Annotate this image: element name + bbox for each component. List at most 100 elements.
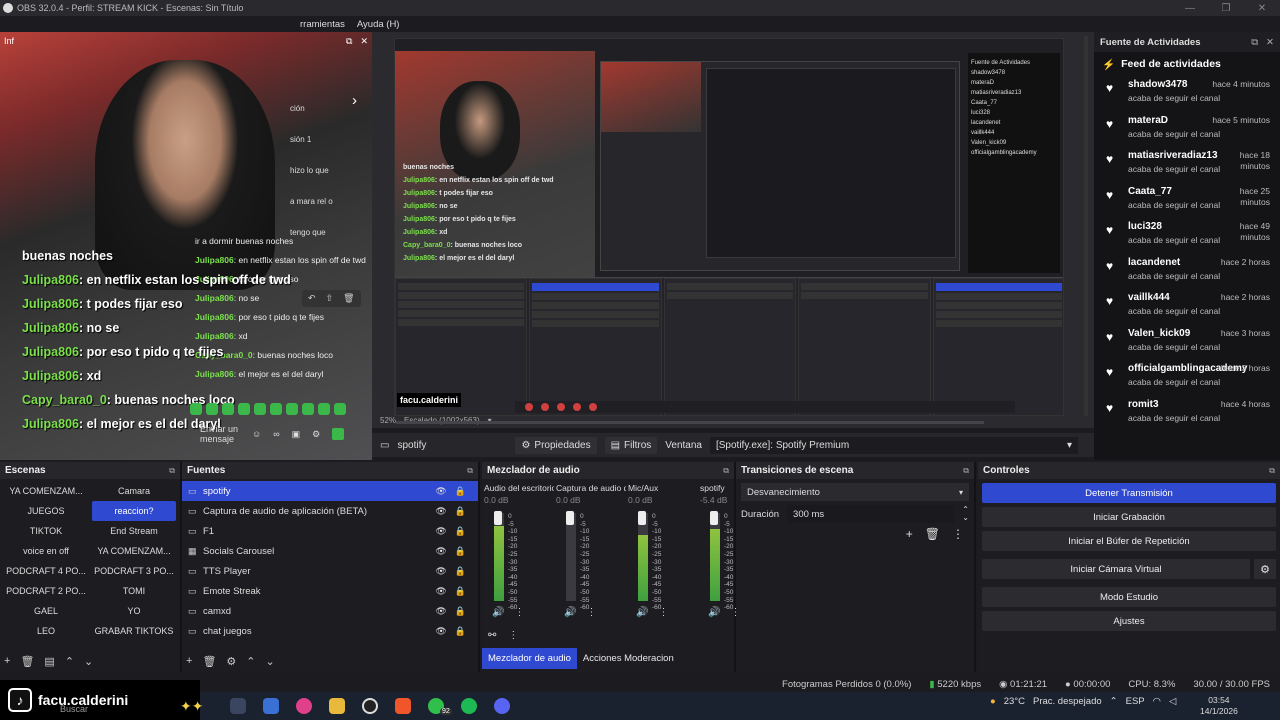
- wifi-icon[interactable]: ◠: [1153, 696, 1161, 707]
- emote-icon[interactable]: [318, 403, 330, 415]
- lock-icon[interactable]: 🔒: [455, 546, 466, 557]
- lock-icon[interactable]: 🔒: [455, 526, 466, 537]
- clock[interactable]: 03:54 14/1/2026: [1200, 695, 1238, 717]
- scene-item[interactable]: PODCRAFT 2 PO...: [4, 581, 88, 601]
- gear-icon[interactable]: ⚙: [226, 655, 236, 668]
- transition-select[interactable]: Desvanecimiento ▾: [741, 483, 969, 501]
- lock-icon[interactable]: 🔒: [455, 506, 466, 517]
- visibility-icon[interactable]: 👁: [435, 486, 446, 497]
- chevron-up-icon[interactable]: ⌃: [1110, 696, 1118, 707]
- visibility-icon[interactable]: 👁: [435, 626, 446, 637]
- gear-icon[interactable]: ⚙: [1254, 559, 1276, 579]
- source-item[interactable]: ▭ F1 👁 🔒: [182, 521, 478, 541]
- chevron-down-icon[interactable]: ⌄: [266, 655, 275, 668]
- properties-button[interactable]: ⚙ Propiedades: [515, 436, 597, 454]
- emote-icon[interactable]: [270, 403, 282, 415]
- scene-item[interactable]: GRABAR TIKTOKS: [92, 621, 176, 641]
- emote-icon[interactable]: [302, 403, 314, 415]
- volume-slider[interactable]: [710, 511, 718, 525]
- float-icon[interactable]: ⧉: [169, 466, 175, 476]
- float-icon[interactable]: ⧉: [467, 466, 473, 476]
- discord-icon[interactable]: [494, 698, 510, 714]
- volume-slider[interactable]: [638, 511, 646, 525]
- link-icon[interactable]: ⚯: [488, 630, 496, 641]
- source-item[interactable]: ▭ Emote Streak 👁 🔒: [182, 581, 478, 601]
- add-icon[interactable]: +: [186, 655, 192, 668]
- emote-icon[interactable]: [190, 403, 202, 415]
- dock-close-icon[interactable]: ✕: [360, 36, 368, 47]
- start-recording-button[interactable]: Iniciar Grabación: [982, 507, 1276, 527]
- speaker-icon[interactable]: 🔊: [564, 607, 576, 618]
- menu-icon[interactable]: ⋮: [658, 607, 668, 618]
- chevron-up-icon[interactable]: ⌃: [246, 655, 255, 668]
- source-item[interactable]: ▦ Socials Carousel 👁 🔒: [182, 541, 478, 561]
- trash-icon[interactable]: 🗑: [20, 655, 34, 668]
- emote-icon[interactable]: [254, 403, 266, 415]
- visibility-icon[interactable]: 👁: [435, 606, 446, 617]
- emote-icon[interactable]: [334, 403, 346, 415]
- menu-icon[interactable]: ⋮: [586, 607, 596, 618]
- source-item[interactable]: ▭ camxd 👁 🔒: [182, 601, 478, 621]
- scene-item[interactable]: voice en off: [4, 541, 88, 561]
- scene-item[interactable]: YO: [92, 601, 176, 621]
- emoji-icon[interactable]: ☺: [252, 429, 261, 439]
- menu-tools[interactable]: rramientas: [300, 19, 345, 30]
- scene-item[interactable]: reaccion?: [92, 501, 176, 521]
- spotify-icon[interactable]: [461, 698, 477, 714]
- emote-icon[interactable]: [286, 403, 298, 415]
- virtual-camera-button[interactable]: Iniciar Cámara Virtual: [982, 559, 1250, 579]
- emote-icon[interactable]: [222, 403, 234, 415]
- source-item[interactable]: ▭ chat juegos 👁 🔒: [182, 621, 478, 641]
- send-button[interactable]: [332, 428, 345, 440]
- scene-item[interactable]: YA COMENZAM...: [92, 541, 176, 561]
- float-icon[interactable]: ⧉: [963, 466, 969, 476]
- menu-icon[interactable]: ⋮: [952, 527, 964, 541]
- speaker-icon[interactable]: 🔊: [708, 607, 720, 618]
- preview-scrollbar-h[interactable]: [396, 421, 984, 424]
- scene-item[interactable]: Camara: [92, 481, 176, 501]
- speaker-icon[interactable]: 🔊: [636, 607, 648, 618]
- float-icon[interactable]: ⧉: [723, 466, 729, 476]
- lock-icon[interactable]: 🔒: [455, 626, 466, 637]
- studio-mode-button[interactable]: Modo Estudio: [982, 587, 1276, 607]
- volume-icon[interactable]: ◁: [1169, 696, 1176, 707]
- source-item[interactable]: ▭ spotify 👁 🔒: [182, 481, 478, 501]
- add-icon[interactable]: +: [4, 655, 10, 668]
- scene-item[interactable]: TIKTOK: [4, 521, 88, 541]
- tab-mixer[interactable]: Mezclador de audio: [482, 648, 577, 669]
- zoom-level[interactable]: 52%: [380, 416, 396, 425]
- duration-input[interactable]: 300 ms: [787, 505, 955, 523]
- emote-icon[interactable]: [206, 403, 218, 415]
- filters-button[interactable]: ▤ Filtros: [604, 436, 658, 454]
- app-icon[interactable]: [296, 698, 312, 714]
- float-icon[interactable]: ⧉: [1251, 37, 1258, 48]
- visibility-icon[interactable]: 👁: [435, 546, 446, 557]
- visibility-icon[interactable]: 👁: [435, 506, 446, 517]
- gift-icon[interactable]: ▣: [292, 429, 301, 440]
- add-icon[interactable]: +: [906, 527, 913, 541]
- lock-icon[interactable]: 🔒: [455, 606, 466, 617]
- trash-icon[interactable]: 🗑: [925, 527, 940, 541]
- store-icon[interactable]: [263, 698, 279, 714]
- volume-slider[interactable]: [494, 511, 502, 525]
- program-preview[interactable]: buenas noches Julipa806: en netflix esta…: [372, 32, 1094, 428]
- replay-buffer-button[interactable]: Iniciar el Búfer de Repetición: [982, 531, 1276, 551]
- visibility-icon[interactable]: 👁: [435, 526, 446, 537]
- volume-slider[interactable]: [566, 511, 574, 525]
- scene-item[interactable]: PODCRAFT 3 PO...: [92, 561, 176, 581]
- visibility-icon[interactable]: 👁: [435, 586, 446, 597]
- lock-icon[interactable]: 🔒: [455, 586, 466, 597]
- trash-icon[interactable]: 🗑: [202, 655, 216, 668]
- menu-help[interactable]: Ayuda (H): [357, 19, 400, 30]
- source-item[interactable]: ▭ Captura de audio de aplicación (BETA) 👁 🔒: [182, 501, 478, 521]
- settings-button[interactable]: Ajustes: [982, 611, 1276, 631]
- preview-scrollbar-v[interactable]: [1084, 36, 1088, 416]
- menu-icon[interactable]: ⋮: [508, 630, 518, 641]
- chat-input[interactable]: Enviar un mensaje: [200, 424, 240, 444]
- scene-item[interactable]: JUEGOS: [4, 501, 88, 521]
- menu-icon[interactable]: ⋮: [514, 607, 524, 618]
- infinity-icon[interactable]: ∞: [273, 429, 279, 439]
- tab-moderation[interactable]: Acciones Moderacion: [577, 648, 680, 669]
- source-item[interactable]: ▭ TTS Player 👁 🔒: [182, 561, 478, 581]
- scene-item[interactable]: LEO: [4, 621, 88, 641]
